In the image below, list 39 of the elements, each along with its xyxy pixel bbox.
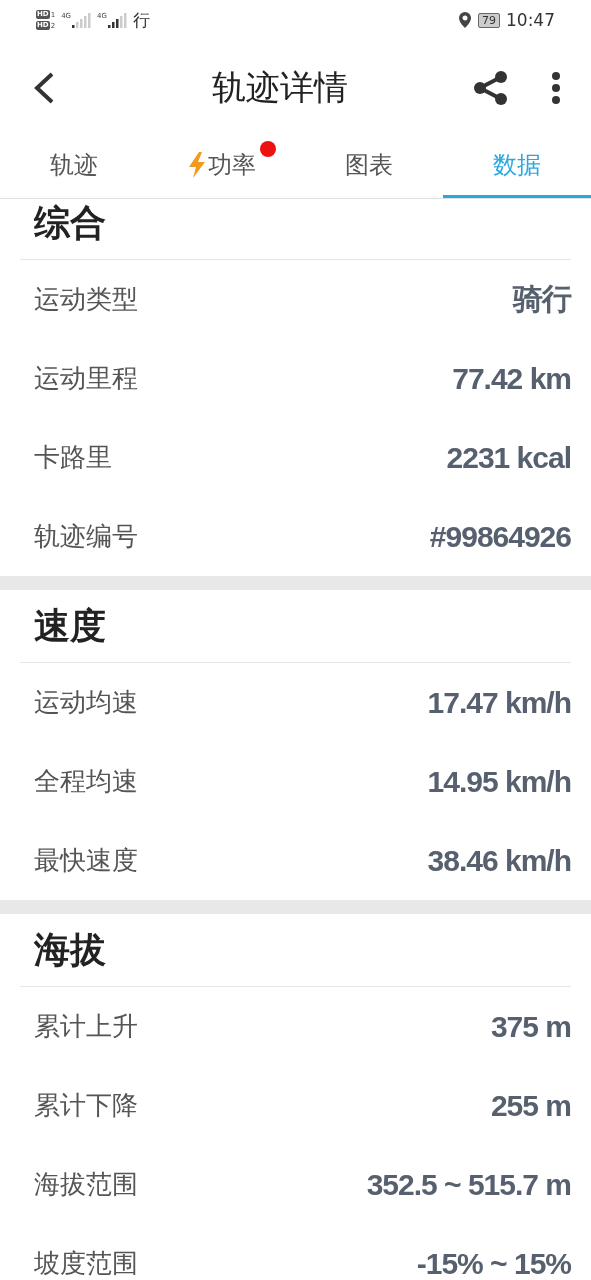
battery-level: 79 <box>478 12 500 28</box>
stat-label: 全程均速 <box>34 765 138 798</box>
stat-value: 17.47 km/h <box>427 685 571 720</box>
stat-value: 14.95 km/h <box>427 764 571 799</box>
section-title: 海拔 <box>34 927 106 972</box>
stat-value: 2231 kcal <box>446 440 571 475</box>
tab[interactable]: 图表 <box>295 135 444 198</box>
stat-label: 运动里程 <box>34 362 138 395</box>
stat-label: 海拔范围 <box>34 1168 138 1201</box>
clock-time: 10:47 <box>506 10 555 30</box>
stat-value: -15% ~ 15% <box>416 1246 571 1280</box>
section-title: 综合 <box>34 201 106 245</box>
stat-label: 累计上升 <box>34 1010 138 1043</box>
location-icon <box>458 11 472 29</box>
carrier-label: 行 <box>132 8 150 32</box>
tab[interactable]: 功率 <box>147 135 296 198</box>
tab[interactable]: 轨迹 <box>0 135 148 198</box>
lightning-icon <box>187 152 206 178</box>
stat-label: 运动类型 <box>34 283 138 316</box>
share-icon <box>473 70 509 105</box>
stat-label: 轨迹编号 <box>34 520 138 553</box>
stat-label: 运动均速 <box>34 686 138 719</box>
stat-value: 骑行 <box>513 281 571 317</box>
page-title: 轨迹详情 <box>210 65 349 109</box>
stat-value: 375 m <box>490 1009 571 1044</box>
more-icon <box>551 70 561 105</box>
stat-label: 卡路里 <box>34 441 112 474</box>
stat-value: 352.5 ~ 515.7 m <box>366 1167 571 1202</box>
stat-value: 77.42 km <box>452 361 571 396</box>
stat-label: 坡度范围 <box>34 1247 138 1280</box>
back-icon <box>32 70 56 105</box>
signal-icon <box>107 12 127 28</box>
section-title: 速度 <box>34 603 106 648</box>
stat-label: 最快速度 <box>34 844 138 877</box>
stat-label: 累计下降 <box>34 1089 138 1122</box>
stat-value: 255 m <box>490 1088 571 1123</box>
signal-icon <box>72 12 92 28</box>
stat-value: 38.46 km/h <box>427 843 571 878</box>
stat-value: #99864926 <box>429 519 571 554</box>
